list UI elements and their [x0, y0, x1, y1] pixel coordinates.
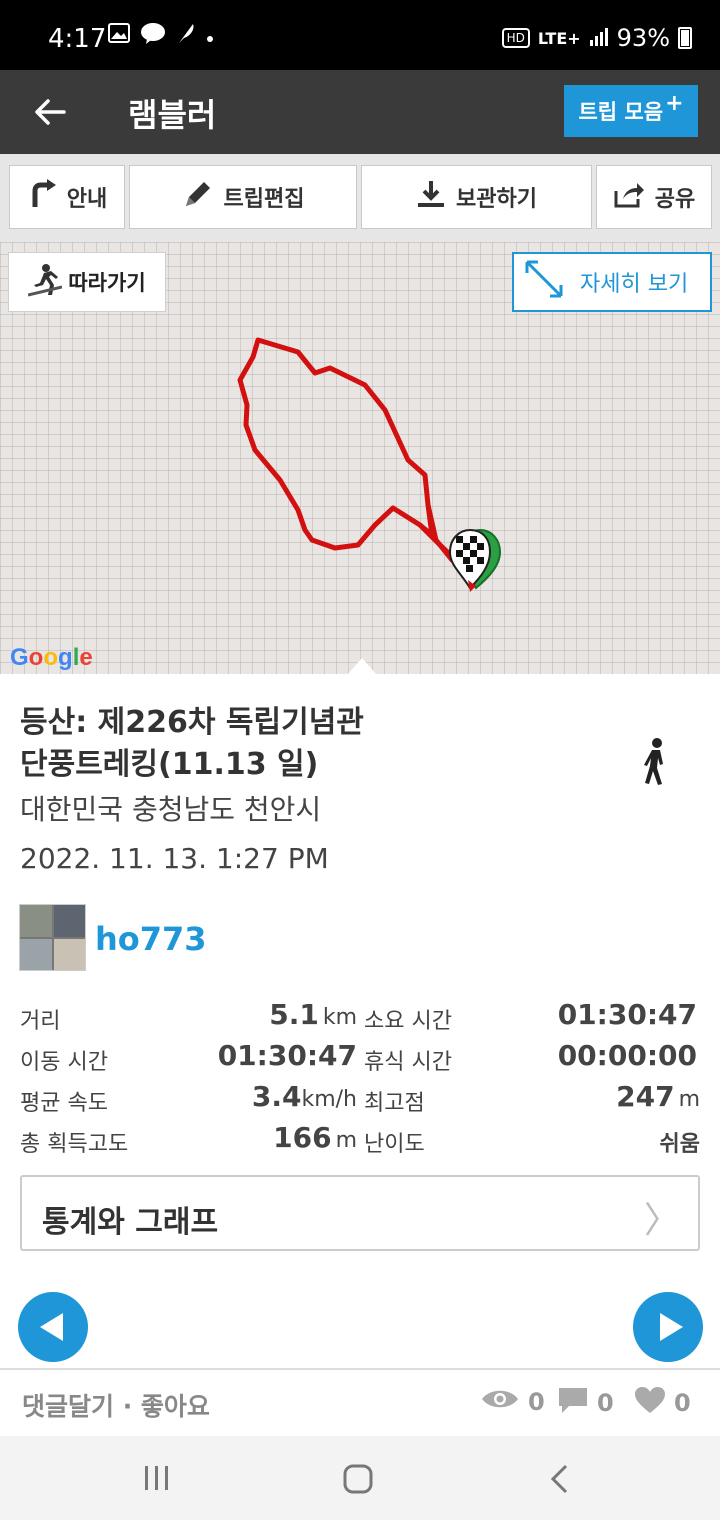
status-time: 4:17 — [48, 24, 107, 54]
avg-speed-label: 평균 속도 — [20, 1091, 108, 1116]
plus-icon: + — [665, 90, 684, 116]
back-nav-icon[interactable] — [546, 1463, 574, 1499]
recent-apps-icon[interactable] — [142, 1464, 172, 1496]
heart-icon — [634, 1386, 666, 1420]
android-nav-bar — [0, 1436, 720, 1520]
total-ascent-label: 총 획득고도 — [20, 1132, 129, 1157]
likes-count: 0 — [674, 1389, 691, 1417]
notification-icons — [108, 22, 214, 50]
save-button[interactable]: 보관하기 — [361, 165, 592, 229]
follow-button[interactable]: 따라가기 — [8, 252, 166, 312]
speech-bubble-icon — [557, 1386, 589, 1420]
walking-icon — [640, 738, 672, 790]
share-icon — [613, 179, 645, 215]
previous-trip-button[interactable] — [18, 1292, 88, 1362]
dot-icon — [206, 24, 214, 49]
app-header: 램블러 트립 모음 + — [0, 70, 720, 154]
gallery-icon — [108, 23, 130, 49]
home-icon[interactable] — [342, 1463, 374, 1499]
pencil-icon — [182, 178, 214, 216]
likes-counter: 0 — [634, 1386, 691, 1420]
username-link[interactable]: ho773 — [95, 920, 207, 958]
signal-icon — [589, 24, 609, 52]
duration-value: 01:30:47 — [557, 998, 697, 1031]
hiker-icon — [28, 263, 63, 302]
highest-label: 최고점 — [364, 1091, 425, 1116]
eye-icon — [480, 1386, 520, 1418]
triangle-left-icon — [40, 1313, 63, 1341]
duration-label: 소요 시간 — [364, 1009, 452, 1034]
info-pointer — [348, 658, 376, 674]
difficulty-label: 난이도 — [364, 1132, 425, 1157]
turn-sign-icon — [27, 179, 57, 215]
rest-time-label: 휴식 시간 — [364, 1050, 452, 1075]
trip-title: 등산: 제226차 독립기념관 단풍트레킹(11.13 일) — [20, 702, 580, 786]
trip-title-line1: 등산: 제226차 독립기념관 — [20, 705, 364, 740]
save-label: 보관하기 — [456, 187, 537, 212]
views-counter: 0 — [480, 1386, 545, 1418]
google-logo: Google — [10, 644, 93, 671]
trip-collection-label: 트립 모음 — [578, 100, 664, 124]
finish-flag-icon — [448, 528, 492, 592]
stats-graph-button[interactable]: 통계와 그래프 〉 — [20, 1175, 700, 1251]
route-map[interactable]: 따라가기 자세히 보기 Google — [0, 242, 720, 674]
expand-arrows-icon — [522, 257, 566, 307]
difficulty-value: 쉬움 — [659, 1132, 700, 1157]
triangle-right-icon — [660, 1313, 683, 1341]
guide-label: 안내 — [66, 187, 108, 212]
app-title: 램블러 — [128, 96, 217, 134]
guide-button[interactable]: 안내 — [9, 165, 125, 229]
moving-time-label: 이동 시간 — [20, 1050, 108, 1075]
comments-counter: 0 — [557, 1386, 614, 1420]
share-button[interactable]: 공유 — [596, 165, 712, 229]
back-arrow-icon[interactable] — [30, 92, 70, 132]
download-icon — [416, 179, 446, 215]
rest-time-value: 00:00:00 — [557, 1039, 697, 1072]
status-right: HD LTE+ 93% — [501, 24, 692, 52]
total-ascent-value: 166 m — [273, 1121, 357, 1154]
avatar[interactable] — [19, 904, 86, 971]
trip-datetime: 2022. 11. 13. 1:27 PM — [20, 842, 329, 875]
view-detail-label: 자세히 보기 — [580, 272, 689, 297]
views-count: 0 — [528, 1388, 545, 1416]
battery-icon — [678, 27, 692, 49]
moving-time-value: 01:30:47 — [217, 1039, 357, 1072]
trip-location: 대한민국 충청남도 천안시 — [20, 793, 322, 826]
network-type: LTE+ — [537, 28, 581, 48]
chevron-right-icon: 〉 — [643, 1200, 680, 1241]
action-toolbar: 안내 트립편집 보관하기 공유 — [0, 154, 720, 242]
distance-value: 5.1 km — [269, 998, 357, 1031]
avg-speed-value: 3.4km/h — [251, 1080, 357, 1113]
comment-bar: 댓글달기 · 좋아요 0 0 0 — [0, 1368, 720, 1436]
comment-like-link[interactable]: 댓글달기 · 좋아요 — [22, 1387, 210, 1423]
status-bar: 4:17 HD LTE+ 93% — [0, 0, 720, 70]
edit-trip-button[interactable]: 트립편집 — [129, 165, 357, 229]
highest-value: 247 m — [616, 1080, 700, 1113]
battery-percent: 93% — [616, 24, 670, 52]
edit-trip-label: 트립편집 — [223, 187, 305, 212]
feather-icon — [176, 22, 196, 50]
stats-graph-label: 통계와 그래프 — [42, 1205, 219, 1240]
follow-label: 따라가기 — [68, 271, 146, 295]
distance-label: 거리 — [20, 1009, 61, 1034]
talk-icon — [140, 22, 166, 50]
share-label: 공유 — [654, 187, 696, 212]
hd-badge: HD — [501, 28, 530, 48]
next-trip-button[interactable] — [633, 1292, 703, 1362]
trip-collection-button[interactable]: 트립 모음 + — [564, 85, 698, 137]
view-detail-button[interactable]: 자세히 보기 — [512, 252, 712, 312]
comments-count: 0 — [597, 1389, 614, 1417]
trip-title-line2: 단풍트레킹(11.13 일) — [20, 747, 319, 782]
